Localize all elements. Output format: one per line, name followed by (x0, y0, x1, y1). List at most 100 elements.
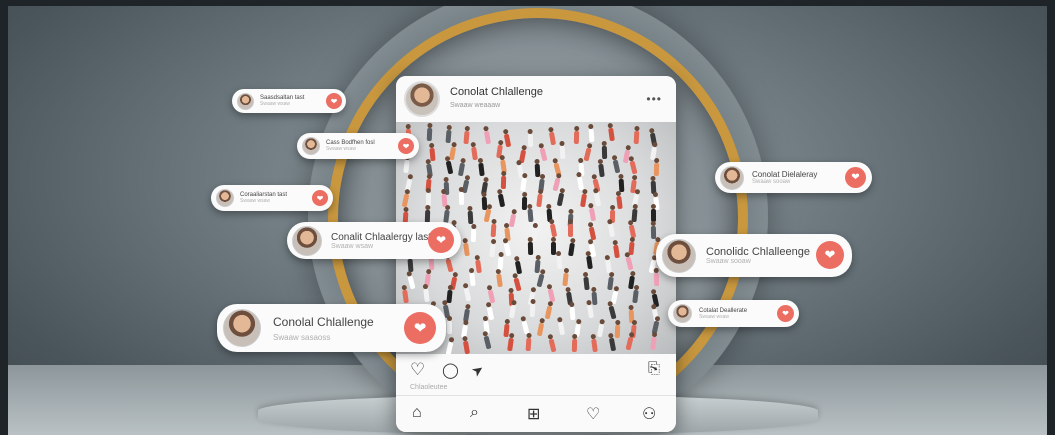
activity-icon[interactable]: ♡ (586, 404, 600, 424)
crowd-dancer (407, 275, 416, 290)
crowd-dancer (489, 243, 496, 258)
crowd-dancer (628, 224, 636, 239)
notification-sub: Swaaw wsaw (326, 146, 357, 152)
heart-badge-icon: ❤ (312, 190, 328, 206)
crowd-dancer (536, 323, 544, 337)
crowd-dancer (608, 224, 616, 238)
search-icon[interactable]: ⌕ (470, 404, 479, 422)
crowd-dancer (462, 340, 470, 354)
notification-title: Conolat Dielaleray (752, 170, 818, 179)
crowd-dancer (403, 159, 410, 174)
crowd-dancer (601, 146, 607, 160)
post-title-block: Conolat Chlallenge Swaaw weaaaw (450, 86, 543, 112)
crowd-dancer (490, 223, 497, 238)
crowd-dancer (614, 324, 621, 338)
heart-badge-icon: ❤ (428, 227, 454, 253)
crowd-dancer (402, 193, 410, 208)
notification-title: Conalit Chlaalergy last (331, 231, 432, 243)
crowd-dancer (520, 178, 528, 192)
crowd-dancer (583, 276, 590, 291)
notification-sub: Swaaw sasaoss (273, 332, 331, 342)
crowd-dancer (544, 305, 553, 320)
notification-pill[interactable]: Conolidc Chlalleenge Swaaw sooaw ❤ (656, 234, 852, 277)
share-icon[interactable]: ➤ (468, 360, 487, 381)
crowd-dancer (548, 131, 556, 146)
bookmark-icon[interactable]: ⎘ (648, 360, 660, 377)
crowd-dancer (536, 193, 543, 208)
notification-sub: Swaaw sooaw (752, 179, 791, 185)
crowd-dancer (528, 133, 534, 147)
notification-text: Conalit Chlaalergy last Swaaw wsaw (331, 232, 431, 250)
crowd-dancer (527, 241, 534, 255)
add-post-icon[interactable]: ⊞ (527, 404, 540, 424)
notification-pill[interactable]: Conolal Chlallenge Swaaw sasaoss ❤ (217, 304, 446, 352)
avatar[interactable] (404, 81, 440, 117)
crowd-dancer (568, 242, 576, 257)
notification-title: Conolidc Chlalleenge (706, 246, 810, 258)
crowd-dancer (608, 128, 616, 142)
crowd-dancer (447, 320, 453, 335)
crowd-dancer (586, 255, 594, 270)
crowd-dancer (496, 273, 503, 288)
notification-pill[interactable]: Cotalat Deallerate Swaaw wsaw ❤ (668, 300, 799, 327)
crowd-dancer (445, 160, 453, 175)
notification-title: Cotalat Deallerate (699, 307, 748, 314)
avatar (720, 165, 744, 190)
crowd-dancer (497, 193, 505, 208)
post-actions: ♡ ◯ ➤ ⎘ Chlaoleutee (396, 354, 676, 396)
like-icon[interactable]: ♡ (410, 360, 425, 380)
notification-sub: Swaaw wsaw (260, 101, 291, 107)
crowd-dancer (529, 303, 536, 318)
notification-text: Saasdsaltan tast Swaaw wsaw (260, 95, 304, 107)
crowd-dancer (632, 290, 639, 304)
crowd-dancer (548, 338, 557, 353)
notification-pill[interactable]: Conalit Chlaalergy last Swaaw wsaw ❤ (287, 222, 461, 259)
crowd-dancer (539, 147, 548, 162)
home-icon[interactable]: ⌂ (412, 404, 422, 422)
crowd-dancer (591, 292, 598, 306)
crowd-dancer (653, 272, 659, 286)
crowd-dancer (513, 277, 522, 291)
crowd-dancer (471, 228, 477, 243)
crowd-dancer (579, 193, 587, 208)
crowd-dancer (483, 335, 492, 350)
crowd-dancer (467, 211, 473, 225)
bottom-nav: ⌂ ⌕ ⊞ ♡ ⚇ (396, 395, 676, 432)
crowd-dancer (471, 146, 478, 160)
crowd-dancer (500, 176, 506, 190)
avatar (292, 225, 322, 256)
crowd-dancer (633, 130, 640, 144)
crowd-dancer (527, 208, 534, 222)
crowd-dancer (598, 164, 606, 178)
comment-icon[interactable]: ◯ (442, 361, 459, 379)
profile-icon[interactable]: ⚇ (642, 404, 656, 424)
crowd-dancer (509, 304, 517, 319)
crowd-dancer (521, 197, 527, 211)
notification-pill[interactable]: Coraaliarstan tast Swaaw wsaw ❤ (211, 185, 333, 211)
notification-title: Conolal Chlallenge (273, 314, 374, 329)
crowd-dancer (587, 304, 595, 319)
notification-text: Conolidc Chlalleenge Swaaw sooaw (706, 246, 810, 265)
crowd-dancer (559, 146, 566, 160)
crowd-dancer (445, 258, 454, 273)
crowd-dancer (608, 305, 617, 320)
crowd-dancer (616, 195, 623, 209)
more-options-icon[interactable]: ••• (646, 92, 662, 106)
post-header: Conolat Chlallenge Swaaw weaaaw ••• (396, 76, 676, 122)
notification-text: Coraaliarstan tast Swaaw wsaw (240, 192, 287, 204)
notification-pill[interactable]: Saasdsaltan tast Swaaw wsaw ❤ (232, 89, 346, 113)
crowd-dancer (525, 337, 531, 352)
crowd-dancer (509, 213, 517, 227)
crowd-dancer (535, 273, 545, 288)
crowd-dancer (571, 338, 577, 353)
post-title[interactable]: Conolat Chlallenge (450, 86, 543, 99)
notification-pill[interactable]: Cass Bodfhen fosl Swaaw wsaw ❤ (297, 133, 419, 159)
notification-pill[interactable]: Conolat Dielaleray Swaaw sooaw ❤ (715, 162, 872, 193)
crowd-dancer (556, 255, 563, 270)
crowd-dancer (475, 259, 483, 274)
heart-badge-icon: ❤ (816, 241, 844, 269)
crowd-dancer (568, 224, 574, 238)
avatar (223, 309, 261, 347)
heart-badge-icon: ❤ (404, 312, 436, 344)
crowd-dancer (607, 276, 614, 290)
